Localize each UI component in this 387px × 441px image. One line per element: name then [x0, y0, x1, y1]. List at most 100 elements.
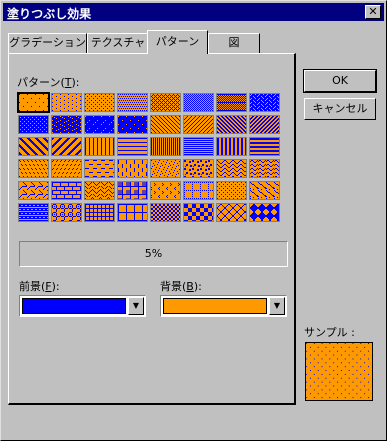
pattern-preview: [118, 182, 147, 199]
pattern-preview: [85, 160, 114, 177]
sample-label: サンプル :: [304, 326, 355, 339]
pattern-preview: [217, 116, 246, 133]
tab-pattern[interactable]: パターン: [147, 30, 208, 54]
pattern-label: パターン(T):: [17, 76, 80, 89]
pattern-preview: [151, 160, 180, 177]
chevron-down-icon: ▼: [132, 301, 140, 310]
cancel-button[interactable]: キャンセル: [304, 98, 376, 120]
pattern-swatch-percent-30[interactable]: [150, 93, 181, 112]
pattern-swatch-horizontal-brick[interactable]: [51, 181, 82, 200]
pattern-swatch-dark-horizontal[interactable]: [249, 137, 280, 156]
tab-gradient-label: グラデーション: [9, 36, 86, 49]
pattern-swatch-dashed-vertical[interactable]: [117, 159, 148, 178]
pattern-swatch-percent-5[interactable]: [17, 92, 50, 113]
pattern-preview: [217, 138, 246, 155]
pattern-swatch-dashed-upward-diagonal[interactable]: [51, 159, 82, 178]
close-button[interactable]: ✕: [365, 5, 381, 19]
pattern-swatch-dark-downward-diagonal[interactable]: [216, 115, 247, 134]
pattern-swatch-dark-vertical[interactable]: [216, 137, 247, 156]
pattern-swatch-dark-upward-diagonal[interactable]: [249, 115, 280, 134]
pattern-preview: [217, 204, 246, 221]
pattern-preview: [52, 160, 81, 177]
pattern-swatch-percent-25[interactable]: [117, 93, 148, 112]
pattern-name-display: 5%: [19, 241, 288, 267]
pattern-swatch-small-checkerboard[interactable]: [150, 203, 181, 222]
tab-picture[interactable]: 図: [208, 33, 260, 53]
pattern-swatch-narrow-vertical[interactable]: [150, 137, 181, 156]
pattern-swatch-weave[interactable]: [84, 181, 115, 200]
pattern-swatch-dashed-downward-diagonal[interactable]: [18, 159, 49, 178]
pattern-swatch-sphere[interactable]: [51, 203, 82, 222]
pattern-swatch-solid-diamond[interactable]: [249, 203, 280, 222]
pattern-swatch-diagonal-brick[interactable]: [18, 181, 49, 200]
pattern-swatch-dotted-diamond[interactable]: [216, 181, 247, 200]
pattern-preview: [184, 94, 213, 111]
pattern-swatch-divot[interactable]: [150, 181, 181, 200]
pattern-swatch-zig-zag[interactable]: [216, 159, 247, 178]
chevron-down-icon: ▼: [273, 301, 281, 310]
pattern-preview: [85, 94, 114, 111]
pattern-swatch-dotted-grid[interactable]: [183, 181, 214, 200]
tab-texture-label: テクスチャ: [90, 36, 146, 49]
pattern-swatch-light-upward-diagonal[interactable]: [183, 115, 214, 134]
pattern-swatch-percent-75[interactable]: [51, 115, 82, 134]
pattern-swatch-wide-upward-diagonal[interactable]: [51, 137, 82, 156]
pattern-preview: [250, 204, 279, 221]
pattern-swatch-dashed-horizontal[interactable]: [84, 159, 115, 178]
pattern-preview: [19, 94, 48, 111]
pattern-preview: [19, 204, 48, 221]
pattern-preview: [184, 160, 213, 177]
background-dropdown-button[interactable]: ▼: [269, 297, 285, 315]
pattern-swatch-narrow-horizontal[interactable]: [183, 137, 214, 156]
pattern-swatch-percent-10[interactable]: [51, 93, 82, 112]
pattern-preview: [52, 138, 81, 155]
pattern-preview: [250, 94, 279, 111]
pattern-swatch-shingle[interactable]: [249, 181, 280, 200]
pattern-swatch-percent-90[interactable]: [117, 115, 148, 134]
pattern-swatch-small-confetti[interactable]: [150, 159, 181, 178]
pattern-swatch-wave[interactable]: [249, 159, 280, 178]
pattern-swatch-large-checkerboard[interactable]: [183, 203, 214, 222]
pattern-swatch-outlined-diamond[interactable]: [216, 203, 247, 222]
pattern-swatch-percent-50[interactable]: [216, 93, 247, 112]
pattern-swatch-light-vertical[interactable]: [84, 137, 115, 156]
pattern-preview: [19, 182, 48, 199]
pattern-preview: [151, 138, 180, 155]
dialog-title: 塗りつぶし効果: [7, 7, 92, 21]
pattern-swatch-light-horizontal[interactable]: [117, 137, 148, 156]
foreground-dropdown-button[interactable]: ▼: [128, 297, 144, 315]
tab-picture-label: 図: [228, 36, 240, 49]
pattern-preview: [118, 138, 147, 155]
foreground-label: 前景(F):: [19, 280, 60, 293]
pattern-preview: [52, 204, 81, 221]
pattern-preview: [52, 116, 81, 133]
pattern-preview: [151, 204, 180, 221]
pattern-swatch-large-grid[interactable]: [117, 203, 148, 222]
pattern-preview: [250, 160, 279, 177]
ok-button[interactable]: OK: [303, 69, 377, 93]
background-color-dropdown[interactable]: ▼: [160, 295, 287, 317]
foreground-color-dropdown[interactable]: ▼: [19, 295, 146, 317]
pattern-swatch-percent-40[interactable]: [183, 93, 214, 112]
pattern-swatch-light-downward-diagonal[interactable]: [150, 115, 181, 134]
sample-preview: [305, 342, 373, 401]
foreground-color-swatch: [22, 298, 126, 314]
pattern-preview: [151, 116, 180, 133]
background-color-swatch: [163, 298, 267, 314]
pattern-swatch-percent-70[interactable]: [18, 115, 49, 134]
pattern-swatch-percent-20[interactable]: [84, 93, 115, 112]
pattern-swatch-percent-60[interactable]: [249, 93, 280, 112]
tab-texture[interactable]: テクスチャ: [87, 33, 149, 53]
pattern-swatch-wide-downward-diagonal[interactable]: [18, 137, 49, 156]
pattern-swatch-large-confetti[interactable]: [183, 159, 214, 178]
pattern-preview: [184, 138, 213, 155]
pattern-preview: [151, 94, 180, 111]
pattern-swatch-trellis[interactable]: [18, 203, 49, 222]
pattern-swatch-plaid[interactable]: [117, 181, 148, 200]
tab-gradient[interactable]: グラデーション: [8, 33, 87, 53]
pattern-preview: [151, 182, 180, 199]
pattern-preview: [217, 94, 246, 111]
pattern-swatch-small-grid[interactable]: [84, 203, 115, 222]
pattern-swatch-percent-80[interactable]: [84, 115, 115, 134]
close-icon: ✕: [368, 5, 378, 18]
